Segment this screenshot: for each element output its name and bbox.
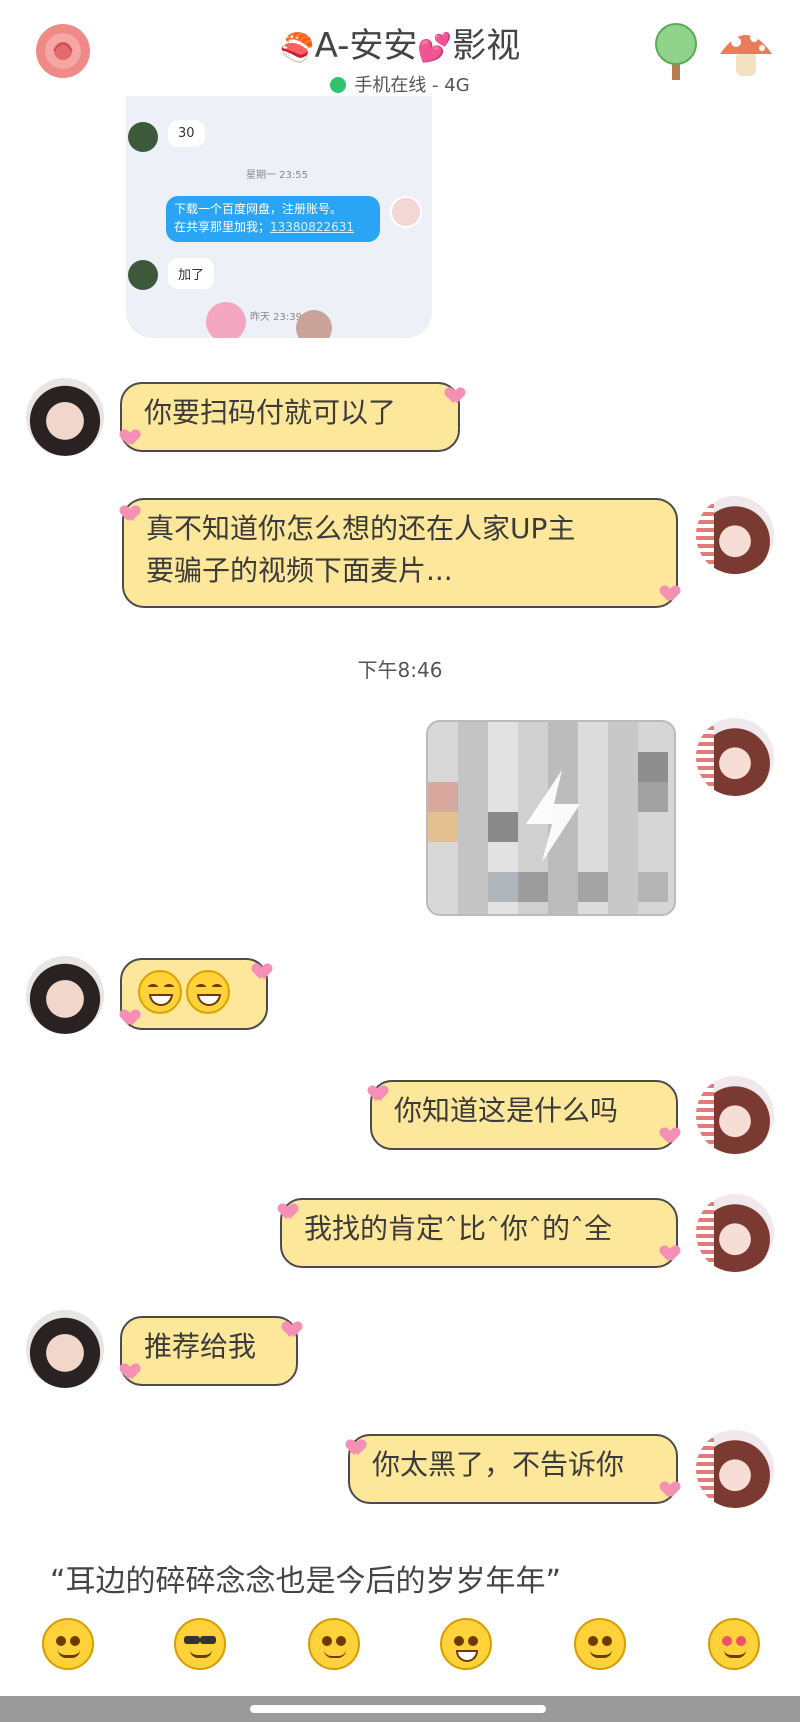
sunglasses-emoji-icon[interactable] [174,1618,226,1670]
message-text: 你要扫码付就可以了 [144,396,397,429]
sticker-image [296,310,332,338]
avatar [128,260,158,290]
hearts-icon: 💕 [417,31,453,64]
shared-screenshot[interactable]: 30 星期一 23:55 下载一个百度网盘，注册账号。 在共享那里加我；1338… [126,96,432,338]
avatar [390,196,422,228]
headband-emoji-icon[interactable] [308,1618,360,1670]
heart-icon [662,1482,678,1498]
online-status: 手机在线 - 4G [240,71,560,97]
message-text: 你太黑了，不告诉你 [372,1448,625,1481]
embedded-phone-link: 13380822631 [270,220,354,234]
heart-icon [447,388,463,404]
heart-icon [122,506,138,522]
embedded-message: 30 [168,120,205,147]
message-bubble[interactable]: 推荐给我 [120,1316,298,1386]
pixel-block [488,812,518,842]
star-eyes-emoji-icon[interactable] [42,1618,94,1670]
grin-emoji-icon [186,970,230,1014]
message-text: 你知道这是什么吗 [394,1094,619,1127]
sushi-icon: 🍣 [279,31,315,64]
heart-icon [662,1128,678,1144]
avatar-self[interactable] [696,1194,774,1272]
chat-title[interactable]: 🍣A-安安💕影视 [240,18,560,67]
heart-icon [284,1322,300,1338]
online-dot-icon [330,77,347,93]
emoji-bar [0,1618,800,1688]
sticker-image [206,302,246,338]
pixel-block [578,872,608,902]
embedded-blue-message: 下载一个百度网盘，注册账号。 在共享那里加我；13380822631 [166,196,380,242]
status-text: 手机在线 - 4G [354,75,470,96]
contact-name-suffix: 影视 [452,26,521,66]
pixel-block [638,752,668,782]
heart-icon [370,1086,386,1102]
flash-video-icon [526,770,580,862]
embedded-timestamp: 星期一 23:55 [246,170,308,181]
heart-eyes-emoji-icon[interactable] [708,1618,760,1670]
message-bubble[interactable]: 真不知道你怎么想的还在人家UP主 要骗子的视频下面麦片... [122,498,678,608]
chat-header: 🍣A-安安💕影视 手机在线 - 4G [0,0,800,96]
grin-emoji-icon [138,970,182,1014]
heart-icon [122,430,138,446]
heart-icon [254,964,270,980]
message-text: 真不知道你怎么想的还在人家UP主 [146,512,576,545]
home-indicator-bar [0,1696,800,1722]
avatar-self[interactable] [696,718,774,796]
contact-name: A-安安 [314,26,418,66]
home-indicator[interactable] [250,1705,546,1713]
avatar-self[interactable] [696,496,774,574]
message-bubble[interactable]: 我找的肯定ˆ比ˆ你ˆ的ˆ全 [280,1198,678,1268]
embedded-blue-text: 在共享那里加我； [174,220,271,234]
embedded-blue-line: 下载一个百度网盘，注册账号。 [174,202,343,216]
avatar-self[interactable] [696,1076,774,1154]
avatar-contact[interactable] [26,1310,104,1388]
embedded-blue-line: 在共享那里加我；13380822631 [174,218,372,236]
tongue-emoji-icon[interactable] [574,1618,626,1670]
message-bubble[interactable]: 你要扫码付就可以了 [120,382,460,452]
pixel-block [428,782,458,812]
avatar-self[interactable] [696,1430,774,1508]
pixel-block [638,782,668,812]
pixel-block [488,872,518,902]
heart-icon [662,586,678,602]
avatar-contact[interactable] [26,378,104,456]
pixel-block [518,872,548,902]
embedded-timestamp: 昨天 23:39 [250,312,302,323]
pixel-block [638,872,668,902]
message-bubble[interactable]: 你太黑了，不告诉你 [348,1434,678,1504]
heart-icon [280,1204,296,1220]
message-text: 我找的肯定ˆ比ˆ你ˆ的ˆ全 [304,1212,613,1245]
tree-icon[interactable] [650,22,702,82]
pixel-block [428,812,458,842]
heart-icon [122,1010,138,1026]
embedded-message: 加了 [168,258,215,289]
laughing-emoji-icon[interactable] [440,1618,492,1670]
video-message[interactable] [426,720,676,916]
heart-icon [122,1364,138,1380]
message-bubble[interactable]: 你知道这是什么吗 [370,1080,678,1150]
heart-icon [662,1246,678,1262]
emoji-message-bubble[interactable] [120,958,268,1030]
avatar-contact[interactable] [26,956,104,1034]
message-text: 推荐给我 [144,1330,257,1363]
message-text: 要骗子的视频下面麦片... [146,554,453,587]
heart-icon [348,1440,364,1456]
mushroom-icon[interactable] [716,22,776,80]
flower-icon[interactable] [34,22,92,80]
quote-text: “耳边的碎碎念念也是今后的岁岁年年” [50,1564,562,1599]
chat-timestamp: 下午8:46 [357,658,443,682]
avatar [128,122,158,152]
